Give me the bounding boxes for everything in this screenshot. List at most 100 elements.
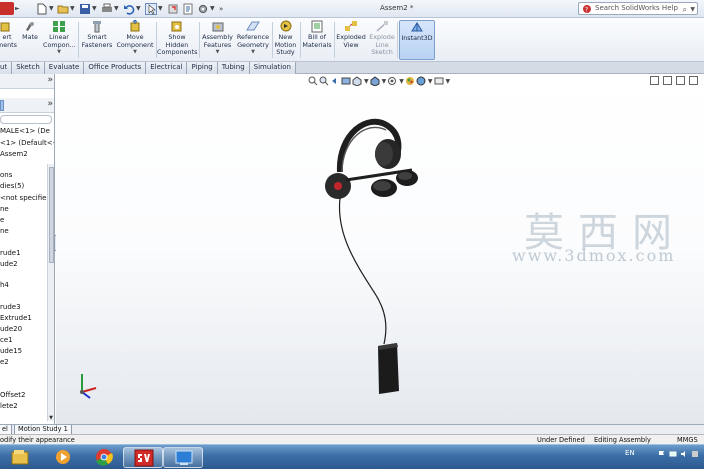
tree-item[interactable]: Offset2 [0, 391, 25, 399]
new-document-button[interactable]: ▼ [36, 2, 54, 15]
feature-manager-panel: » » MALE<1> (De <1> (Default<- Assem2 on… [0, 74, 55, 424]
linear-pattern-dropdown-icon[interactable]: ▼ [43, 49, 75, 57]
expand-chevron-icon[interactable]: » [47, 74, 53, 87]
scroll-down-arrow-icon[interactable]: ▼ [48, 415, 54, 421]
tree-item[interactable]: e [0, 216, 4, 224]
toolbar-overflow[interactable]: » [219, 2, 223, 15]
save-button[interactable]: ▼ [79, 2, 97, 15]
chevron-down-icon[interactable]: ▼ [382, 78, 387, 85]
chevron-down-icon[interactable]: ▼ [690, 4, 695, 15]
print-button[interactable]: ▼ [101, 2, 119, 15]
tree-item[interactable]: <1> (Default<- [0, 139, 54, 147]
options-button[interactable]: ▼ [197, 2, 215, 15]
taskbar-app[interactable] [84, 447, 124, 468]
taskbar-app-active[interactable] [163, 447, 203, 468]
reference-geometry-button[interactable]: Reference Geometry ▼ [235, 20, 271, 57]
new-motion-study-button[interactable]: New Motion Study [272, 20, 299, 57]
tree-item[interactable]: MALE<1> (De [0, 127, 50, 135]
taskbar-app[interactable] [0, 447, 42, 468]
assembly-features-button[interactable]: Assembly Features ▼ [200, 20, 235, 57]
tree-scrollbar[interactable]: ▼ [47, 164, 54, 421]
file-properties-button[interactable] [182, 2, 194, 15]
taskbar-app[interactable] [43, 447, 83, 468]
tree-item[interactable]: ude2 [0, 260, 18, 268]
move-component-button[interactable]: Move Component ▼ [116, 20, 154, 57]
previous-view-icon[interactable] [330, 76, 340, 86]
tree-item[interactable]: e2 [0, 358, 9, 366]
move-component-dropdown-icon[interactable]: ▼ [116, 49, 154, 57]
open-button[interactable]: ▼ [57, 2, 75, 15]
chevron-down-icon[interactable]: ▼ [364, 78, 369, 85]
tree-item[interactable]: ude15 [0, 347, 22, 355]
tab-layout[interactable]: ut [0, 62, 13, 74]
assembly-features-dropdown-icon[interactable]: ▼ [200, 49, 235, 57]
exploded-view-button[interactable]: Exploded View [335, 20, 367, 49]
display-style-icon[interactable] [370, 76, 380, 86]
tree-item[interactable]: Extrude1 [0, 314, 32, 322]
zoom-to-area-icon[interactable] [319, 76, 329, 86]
explode-line-sketch-button[interactable]: Explode Line Sketch [367, 20, 397, 57]
graphics-area[interactable]: ▼ ▼ ▼ ▼ ▼ 莫西网 www.3dmox.com [56, 74, 704, 424]
select-button[interactable]: ▼ [145, 2, 163, 15]
tab-electrical[interactable]: Electrical [146, 62, 188, 74]
hide-show-items-icon[interactable] [387, 76, 397, 86]
menu-caret[interactable]: ► [15, 5, 20, 12]
tree-item[interactable]: rude1 [0, 249, 21, 257]
view-orientation-icon[interactable] [352, 76, 362, 86]
linear-component-pattern-button[interactable]: Linear Compon... ▼ [43, 20, 76, 57]
mate-button[interactable]: Mate [20, 20, 40, 42]
language-indicator[interactable]: EN [625, 449, 635, 457]
tab-office-products[interactable]: Office Products [84, 62, 147, 74]
tab-piping[interactable]: Piping [187, 62, 218, 74]
show-hidden-components-button[interactable]: Show Hidden Components [157, 20, 197, 57]
restore-window-icon[interactable] [676, 76, 685, 85]
apply-scene-icon[interactable] [416, 76, 426, 86]
close-window-icon[interactable] [689, 76, 698, 85]
reference-geometry-dropdown-icon[interactable]: ▼ [235, 49, 271, 57]
tray-app-icon[interactable] [691, 450, 699, 458]
tree-item[interactable]: dies(5) [0, 182, 24, 190]
search-icon[interactable]: ⌕ [683, 4, 687, 15]
tab-evaluate[interactable]: Evaluate [44, 62, 85, 74]
tray-volume-icon[interactable] [680, 450, 688, 458]
tree-item[interactable]: rude3 [0, 303, 21, 311]
tree-item[interactable]: lete2 [0, 402, 18, 410]
tree-item[interactable]: h4 [0, 281, 9, 289]
new-motion-study-label-3: Study [276, 48, 295, 56]
solidworks-menu-icon[interactable] [0, 2, 14, 15]
bill-of-materials-button[interactable]: Bill of Materials [301, 20, 333, 49]
tab-tubing[interactable]: Tubing [217, 62, 250, 74]
smart-fasteners-button[interactable]: Smart Fasteners [80, 20, 114, 49]
rebuild-icon [168, 4, 178, 13]
edit-appearance-icon[interactable] [405, 76, 415, 86]
help-search-box[interactable]: ? Search SolidWorks Help ⌕ ▼ [578, 2, 698, 15]
chevron-down-icon[interactable]: ▼ [399, 78, 404, 85]
insert-components-button[interactable]: ert ments [0, 20, 18, 49]
tree-filter-input[interactable] [0, 115, 52, 124]
tray-flag-icon[interactable] [658, 450, 666, 458]
taskbar-app-active[interactable] [123, 447, 163, 468]
tile-window-icon[interactable] [650, 76, 659, 85]
chevron-down-icon[interactable]: ▼ [446, 78, 451, 85]
expand-chevron-icon[interactable]: » [47, 98, 53, 111]
headset-3d-model[interactable] [316, 114, 426, 404]
zoom-to-fit-icon[interactable] [308, 76, 318, 86]
tree-item[interactable]: ne [0, 205, 9, 213]
tree-item[interactable]: ons [0, 171, 12, 179]
tree-item[interactable]: ude20 [0, 325, 22, 333]
tree-item[interactable]: <not specifie [0, 194, 46, 202]
tree-item[interactable]: Assem2 [0, 150, 28, 158]
minimize-window-icon[interactable] [663, 76, 672, 85]
tab-sketch[interactable]: Sketch [12, 62, 45, 74]
tab-simulation[interactable]: Simulation [249, 62, 296, 74]
undo-button[interactable]: ▼ [123, 2, 141, 15]
section-view-icon[interactable] [341, 76, 351, 86]
tree-item[interactable]: ce1 [0, 336, 13, 344]
view-settings-icon[interactable] [434, 76, 444, 86]
instant3d-button[interactable]: Instant3D [399, 20, 435, 60]
window-title: Assem2 * [380, 4, 414, 12]
chevron-down-icon[interactable]: ▼ [428, 78, 433, 85]
tray-network-icon[interactable] [669, 450, 677, 458]
rebuild-button[interactable] [167, 2, 179, 15]
tree-item[interactable]: ne [0, 227, 9, 235]
